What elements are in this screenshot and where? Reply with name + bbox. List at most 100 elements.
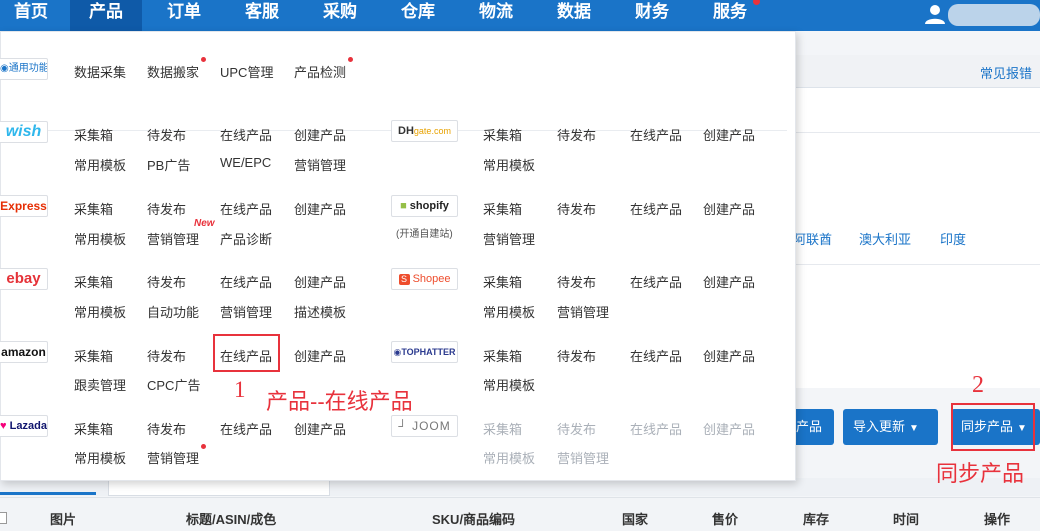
- shopee-online-products[interactable]: 在线产品: [630, 272, 682, 291]
- wish-create-product[interactable]: 创建产品: [294, 125, 346, 144]
- dhgate-create-product[interactable]: 创建产品: [703, 125, 755, 144]
- ebay-description-templates[interactable]: 描述模板: [294, 302, 346, 321]
- ebay-templates[interactable]: 常用模板: [74, 302, 126, 321]
- menu-upc-management[interactable]: UPC管理: [220, 62, 273, 81]
- wish-collection-box[interactable]: 采集箱: [74, 125, 113, 144]
- lazada-collection-box[interactable]: 采集箱: [74, 419, 113, 438]
- wish-we-epc[interactable]: WE/EPC: [220, 155, 271, 170]
- menu-product-check[interactable]: 产品检测: [294, 62, 346, 81]
- content-divider: [796, 132, 1040, 133]
- col-country: 国家: [622, 512, 649, 527]
- heart-icon: ♥: [0, 420, 7, 432]
- col-price: 售价: [712, 512, 739, 527]
- amazon-logo: amazon: [0, 341, 48, 363]
- col-title: 标题/ASIN/成色: [186, 512, 277, 527]
- country-australia[interactable]: 澳大利亚: [859, 229, 911, 248]
- joom-online-products: 在线产品: [630, 422, 683, 437]
- general-functions-logo: ◉通用功能: [0, 58, 48, 80]
- ebay-marketing[interactable]: 营销管理: [220, 302, 272, 321]
- shopify-collection-box[interactable]: 采集箱: [483, 199, 522, 218]
- lazada-online-products[interactable]: 在线产品: [220, 419, 272, 438]
- tophatter-pending[interactable]: 待发布: [557, 346, 596, 365]
- nav-purchase[interactable]: 采购: [304, 0, 376, 31]
- shopify-pending[interactable]: 待发布: [557, 199, 596, 218]
- ebay-collection-box[interactable]: 采集箱: [74, 272, 113, 291]
- aliexpress-logo: Express: [0, 195, 48, 217]
- nav-data[interactable]: 数据: [538, 0, 610, 31]
- ebay-create-product[interactable]: 创建产品: [294, 272, 346, 291]
- annotation-number-2: 2: [972, 372, 984, 398]
- tophatter-logo: ◉TOPHATTER: [391, 341, 458, 363]
- username-blurred: [948, 4, 1040, 26]
- nav-customer-service[interactable]: 客服: [226, 0, 298, 31]
- shopee-create-product[interactable]: 创建产品: [703, 272, 755, 291]
- import-update-button[interactable]: 导入更新 ▼: [843, 409, 938, 445]
- select-all-checkbox[interactable]: [0, 512, 7, 524]
- wish-marketing[interactable]: 营销管理: [294, 155, 346, 174]
- annotation-path-label: 产品--在线产品: [266, 389, 413, 414]
- wish-templates[interactable]: 常用模板: [74, 155, 126, 174]
- lazada-create-product[interactable]: 创建产品: [294, 419, 346, 438]
- menu-data-collection[interactable]: 数据采集: [74, 62, 126, 81]
- aliexpress-diagnosis[interactable]: 产品诊断: [220, 229, 272, 248]
- aliexpress-pending[interactable]: 待发布: [147, 199, 186, 218]
- tophatter-online-products[interactable]: 在线产品: [630, 346, 682, 365]
- highlight-box-sync: [951, 403, 1035, 451]
- lazada-templates[interactable]: 常用模板: [74, 448, 126, 467]
- amazon-create-product[interactable]: 创建产品: [294, 346, 346, 365]
- shopee-bag-icon: S: [398, 274, 410, 285]
- dhgate-collection-box[interactable]: 采集箱: [483, 125, 522, 144]
- col-actions: 操作: [984, 512, 1011, 527]
- joom-marketing: 营销管理: [557, 451, 610, 466]
- shopee-pending[interactable]: 待发布: [557, 272, 596, 291]
- nav-orders[interactable]: 订单: [148, 0, 220, 31]
- nav-logistics[interactable]: 物流: [460, 0, 532, 31]
- gear-icon: ◉: [0, 63, 9, 74]
- menu-data-migration[interactable]: 数据搬家: [147, 62, 199, 81]
- dhgate-pending[interactable]: 待发布: [557, 125, 596, 144]
- dhgate-online-products[interactable]: 在线产品: [630, 125, 682, 144]
- wish-online-products[interactable]: 在线产品: [220, 125, 272, 144]
- nav-finance[interactable]: 财务: [616, 0, 688, 31]
- nav-products[interactable]: 产品: [70, 0, 142, 31]
- amazon-collection-box[interactable]: 采集箱: [74, 346, 113, 365]
- lazada-marketing[interactable]: 营销管理: [147, 448, 199, 467]
- aliexpress-templates[interactable]: 常用模板: [74, 229, 126, 248]
- col-sku: SKU/商品编码: [432, 512, 516, 527]
- aliexpress-marketing[interactable]: 营销管理: [147, 229, 199, 248]
- ebay-auto-functions[interactable]: 自动功能: [147, 302, 199, 321]
- joom-mark-icon: ┘: [398, 419, 408, 433]
- dhgate-templates[interactable]: 常用模板: [483, 155, 535, 174]
- table-header: [0, 497, 1040, 531]
- ebay-online-products[interactable]: 在线产品: [220, 272, 272, 291]
- amazon-follow-sell[interactable]: 跟卖管理: [74, 375, 126, 394]
- tophatter-collection-box[interactable]: 采集箱: [483, 346, 522, 365]
- country-uae[interactable]: 阿联酋: [793, 229, 832, 248]
- annotation-number-1: 1: [234, 377, 246, 402]
- nav-home[interactable]: 首页: [0, 0, 62, 31]
- amazon-cpc-ads[interactable]: CPC广告: [147, 375, 200, 394]
- ebay-logo: ebay: [0, 268, 48, 290]
- wish-pending[interactable]: 待发布: [147, 125, 186, 144]
- shopify-marketing[interactable]: 营销管理: [483, 229, 535, 248]
- col-stock: 库存: [803, 512, 830, 527]
- shopify-online-products[interactable]: 在线产品: [630, 199, 682, 218]
- shopping-bag-icon: ■: [400, 200, 407, 212]
- shopee-marketing[interactable]: 营销管理: [557, 302, 609, 321]
- ebay-pending[interactable]: 待发布: [147, 272, 186, 291]
- country-india[interactable]: 印度: [940, 229, 966, 248]
- nav-warehouse[interactable]: 仓库: [382, 0, 454, 31]
- shopee-collection-box[interactable]: 采集箱: [483, 272, 522, 291]
- tophatter-create-product[interactable]: 创建产品: [703, 346, 755, 365]
- tophatter-templates[interactable]: 常用模板: [483, 375, 535, 394]
- shopify-create-product[interactable]: 创建产品: [703, 199, 755, 218]
- wish-pb-ads[interactable]: PB广告: [147, 155, 190, 174]
- aliexpress-collection-box[interactable]: 采集箱: [74, 199, 113, 218]
- aliexpress-create-product[interactable]: 创建产品: [294, 199, 346, 218]
- faq-link[interactable]: 常见报错: [980, 63, 1032, 82]
- user-icon[interactable]: [924, 3, 946, 25]
- amazon-pending[interactable]: 待发布: [147, 346, 186, 365]
- shopee-templates[interactable]: 常用模板: [483, 302, 535, 321]
- lazada-pending[interactable]: 待发布: [147, 419, 186, 438]
- aliexpress-online-products[interactable]: 在线产品: [220, 199, 272, 218]
